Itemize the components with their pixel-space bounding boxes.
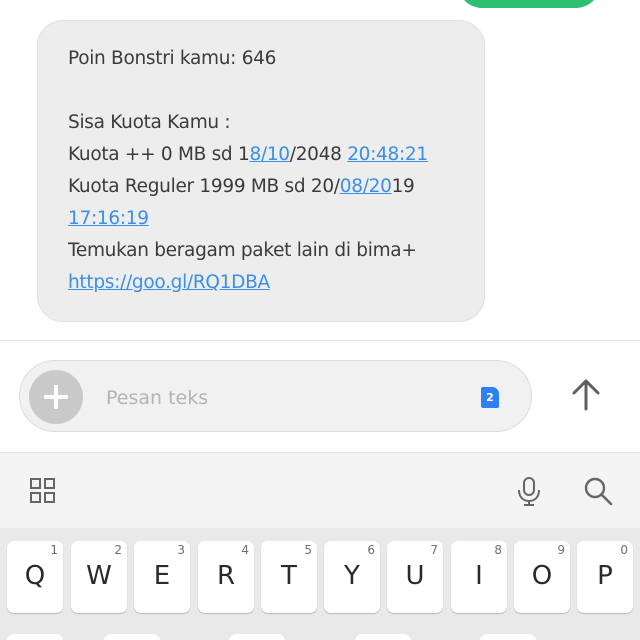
grid-icon[interactable] [29,477,57,505]
key-i[interactable]: I8 [451,541,507,613]
key-number-hint: 5 [304,543,312,557]
compose-bar: 2 [19,360,532,432]
key-y[interactable]: Y6 [324,541,380,613]
message-link[interactable]: https://goo.gl/RQ1DBA [68,272,270,293]
key-number-hint: 8 [494,543,502,557]
key-number-hint: 0 [620,543,628,557]
keyboard-row-2-key[interactable] [229,634,285,640]
keyboard-row-2-key[interactable] [480,634,536,640]
sim-selector-badge[interactable]: 2 [481,387,499,408]
key-number-hint: 9 [557,543,565,557]
arrow-up-icon [572,379,600,411]
key-letter: Q [24,561,46,591]
keyboard-toolbar [0,452,640,528]
key-letter: T [281,561,297,591]
key-letter: Y [344,561,360,591]
message-text: Kuota Reguler 1999 MB sd 20/ [68,176,340,197]
message-line: Kuota ++ 0 MB sd 18/10/2048 20:48:21 [68,139,454,171]
message-line: Temukan beragam paket lain di bima+ [68,235,454,267]
key-t[interactable]: T5 [261,541,317,613]
key-letter: I [475,561,483,591]
key-letter: W [86,561,112,591]
key-letter: P [597,561,613,591]
keyboard-row-2-key[interactable] [355,634,411,640]
key-q[interactable]: Q1 [7,541,63,613]
message-text: 19 [391,176,415,197]
message-link[interactable]: 17:16:19 [68,208,149,229]
key-p[interactable]: P0 [577,541,633,613]
message-text: Poin Bonstri kamu: 646 [68,48,277,69]
key-letter: R [216,561,236,591]
key-letter: U [405,561,425,591]
key-e[interactable]: E3 [134,541,190,613]
message-link[interactable]: 8/10 [249,144,290,165]
key-w[interactable]: W2 [71,541,127,613]
message-input[interactable] [106,383,446,413]
key-o[interactable]: O9 [514,541,570,613]
message-text: /2048 [289,144,348,165]
add-attachment-button[interactable] [29,370,83,424]
message-line: Poin Bonstri kamu: 646 [68,43,454,75]
microphone-icon[interactable] [514,475,544,507]
keyboard: Q1W2E3R4T5Y6U7I8O9P0 [0,528,640,640]
message-line: Kuota Reguler 1999 MB sd 20/08/2019 [68,171,454,203]
message-text: Sisa Kuota Kamu : [68,112,231,133]
keyboard-row-2-key[interactable] [7,634,63,640]
key-letter: O [531,561,553,591]
key-letter: E [153,561,171,591]
message-line: 17:16:19 [68,203,454,235]
keyboard-row-2-key[interactable] [104,634,160,640]
message-line [68,75,454,107]
key-u[interactable]: U7 [387,541,443,613]
divider [0,340,640,341]
send-button[interactable] [566,373,606,417]
message-text: Temukan beragam paket lain di bima+ [68,240,417,261]
key-number-hint: 1 [50,543,58,557]
key-number-hint: 4 [241,543,249,557]
message-text: Kuota ++ 0 MB sd 1 [68,144,250,165]
key-r[interactable]: R4 [198,541,254,613]
search-icon[interactable] [582,475,614,507]
received-message-bubble[interactable]: Poin Bonstri kamu: 646 Sisa Kuota Kamu : K… [37,20,485,322]
message-link[interactable]: 08/20 [340,176,392,197]
key-number-hint: 6 [367,543,375,557]
key-number-hint: 7 [430,543,438,557]
key-number-hint: 2 [114,543,122,557]
message-line: Sisa Kuota Kamu : [68,107,454,139]
message-line: https://goo.gl/RQ1DBA [68,267,454,299]
key-number-hint: 3 [177,543,185,557]
message-body: Poin Bonstri kamu: 646 Sisa Kuota Kamu : K… [68,43,454,299]
message-link[interactable]: 20:48:21 [347,144,428,165]
sent-message-bubble-edge[interactable] [458,0,600,8]
